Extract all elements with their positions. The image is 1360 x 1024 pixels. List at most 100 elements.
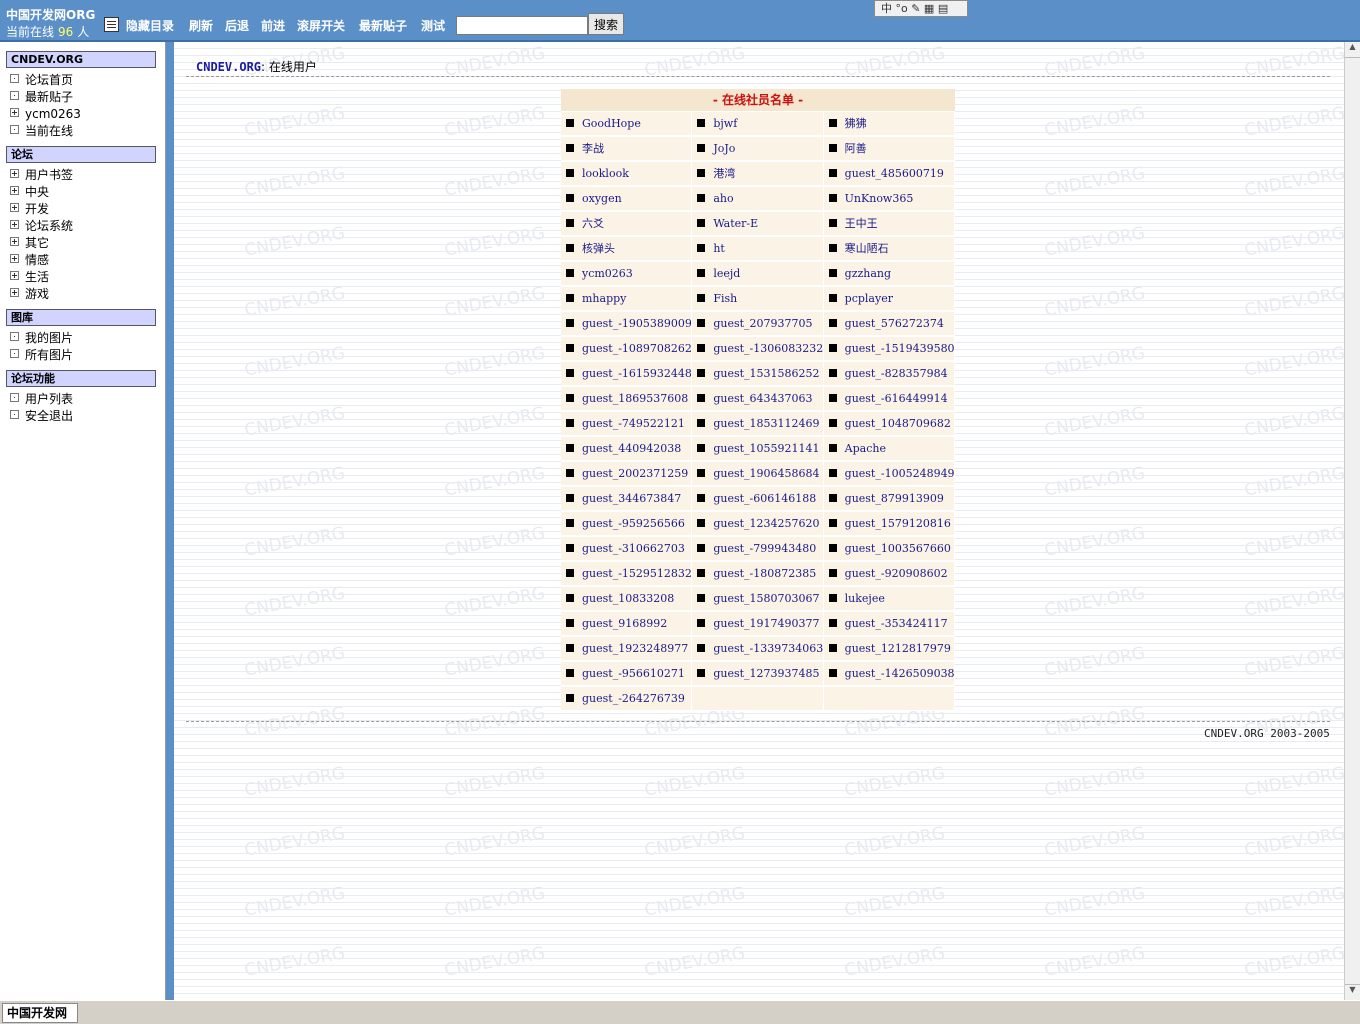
- member-cell[interactable]: guest_1048709682: [823, 412, 954, 435]
- member-name-link[interactable]: guest_1273937485: [713, 662, 819, 685]
- member-name-link[interactable]: guest_-828357984: [845, 362, 948, 385]
- sidebar-item[interactable]: ycm0263: [10, 106, 81, 122]
- member-name-link[interactable]: guest_-1519439580: [845, 337, 954, 360]
- member-name-link[interactable]: guest_485600719: [845, 162, 944, 185]
- member-cell[interactable]: guest_-606146188: [692, 487, 823, 510]
- member-name-link[interactable]: guest_879913909: [845, 487, 944, 510]
- member-cell[interactable]: Fish: [692, 287, 823, 310]
- member-name-link[interactable]: guest_1234257620: [713, 512, 819, 535]
- tree-leaf-icon[interactable]: [10, 332, 19, 341]
- member-name-link[interactable]: UnKnow365: [845, 187, 914, 210]
- member-name-link[interactable]: guest_-310662703: [582, 537, 685, 560]
- member-name-link[interactable]: guest_-1089708262: [582, 337, 691, 360]
- expand-plus-icon[interactable]: [10, 254, 19, 263]
- member-cell[interactable]: lukejee: [823, 587, 954, 610]
- member-cell[interactable]: guest_-1529512832: [561, 562, 692, 585]
- member-name-link[interactable]: guest_-1426509038: [845, 662, 954, 685]
- expand-plus-icon[interactable]: [10, 220, 19, 229]
- member-name-link[interactable]: 寒山陋石: [845, 237, 889, 260]
- ime-toolbar[interactable]: 中 °o ✎ ▦ ▤: [874, 0, 968, 17]
- member-cell[interactable]: pcplayer: [823, 287, 954, 310]
- member-name-link[interactable]: guest_1923248977: [582, 637, 688, 660]
- sidebar-item[interactable]: 用户书签: [10, 167, 73, 183]
- member-cell[interactable]: guest_-353424117: [823, 612, 954, 635]
- member-name-link[interactable]: guest_1869537608: [582, 387, 688, 410]
- expand-plus-icon[interactable]: [10, 271, 19, 280]
- member-cell[interactable]: guest_-1519439580: [823, 337, 954, 360]
- member-cell[interactable]: guest_-180872385: [692, 562, 823, 585]
- member-name-link[interactable]: guest_-1339734063: [713, 637, 822, 660]
- member-name-link[interactable]: Fish: [713, 287, 737, 310]
- member-name-link[interactable]: aho: [713, 187, 733, 210]
- member-cell[interactable]: guest_-264276739: [561, 687, 692, 710]
- member-cell[interactable]: guest_879913909: [823, 487, 954, 510]
- expand-plus-icon[interactable]: [10, 108, 19, 117]
- tree-leaf-icon[interactable]: [10, 125, 19, 134]
- member-cell[interactable]: guest_207937705: [692, 312, 823, 335]
- member-cell[interactable]: guest_1273937485: [692, 662, 823, 685]
- nav-scroll-toggle[interactable]: 滚屏开关: [297, 17, 345, 34]
- expand-plus-icon[interactable]: [10, 203, 19, 212]
- member-name-link[interactable]: guest_-1005248949: [845, 462, 954, 485]
- member-name-link[interactable]: guest_10833208: [582, 587, 674, 610]
- member-cell[interactable]: 寒山陋石: [823, 237, 954, 260]
- nav-test[interactable]: 测试: [421, 17, 445, 34]
- sidebar-item[interactable]: 当前在线: [10, 123, 73, 139]
- member-name-link[interactable]: guest_344673847: [582, 487, 681, 510]
- tree-leaf-icon[interactable]: [10, 410, 19, 419]
- sidebar-item[interactable]: 用户列表: [10, 391, 73, 407]
- member-name-link[interactable]: guest_576272374: [845, 312, 944, 335]
- member-cell[interactable]: guest_-959256566: [561, 512, 692, 535]
- member-cell[interactable]: guest_1923248977: [561, 637, 692, 660]
- member-name-link[interactable]: ycm0263: [582, 262, 633, 285]
- member-cell[interactable]: guest_-616449914: [823, 387, 954, 410]
- member-cell[interactable]: leejd: [692, 262, 823, 285]
- member-cell[interactable]: guest_-749522121: [561, 412, 692, 435]
- vertical-scrollbar[interactable]: ▲ ▼: [1344, 42, 1360, 1000]
- member-name-link[interactable]: 王中王: [845, 212, 878, 235]
- member-name-link[interactable]: guest_-1615932448: [582, 362, 691, 385]
- member-cell[interactable]: guest_1917490377: [692, 612, 823, 635]
- member-cell[interactable]: guest_10833208: [561, 587, 692, 610]
- sidebar-item[interactable]: 开发: [10, 201, 49, 217]
- member-cell[interactable]: guest_1869537608: [561, 387, 692, 410]
- expand-plus-icon[interactable]: [10, 186, 19, 195]
- member-name-link[interactable]: GoodHope: [582, 112, 641, 135]
- member-cell[interactable]: mhappy: [561, 287, 692, 310]
- member-name-link[interactable]: 阿善: [845, 137, 867, 160]
- scroll-down-arrow-icon[interactable]: ▼: [1345, 984, 1360, 1000]
- member-name-link[interactable]: guest_-353424117: [845, 612, 948, 635]
- member-name-link[interactable]: guest_-1306083232: [713, 337, 822, 360]
- member-cell[interactable]: guest_2002371259: [561, 462, 692, 485]
- member-cell[interactable]: ycm0263: [561, 262, 692, 285]
- member-cell[interactable]: 王中王: [823, 212, 954, 235]
- member-name-link[interactable]: guest_1853112469: [713, 412, 819, 435]
- member-name-link[interactable]: guest_1579120816: [845, 512, 951, 535]
- member-cell[interactable]: guest_1906458684: [692, 462, 823, 485]
- member-cell[interactable]: oxygen: [561, 187, 692, 210]
- member-cell[interactable]: JoJo: [692, 137, 823, 160]
- member-name-link[interactable]: guest_-959256566: [582, 512, 685, 535]
- tree-leaf-icon[interactable]: [10, 349, 19, 358]
- member-cell[interactable]: guest_-920908602: [823, 562, 954, 585]
- sidebar-item[interactable]: 我的图片: [10, 330, 73, 346]
- member-name-link[interactable]: guest_1048709682: [845, 412, 951, 435]
- breadcrumb-site[interactable]: CNDEV.ORG: [196, 60, 261, 74]
- sidebar-item[interactable]: 安全退出: [10, 408, 73, 424]
- member-cell[interactable]: guest_576272374: [823, 312, 954, 335]
- member-name-link[interactable]: oxygen: [582, 187, 622, 210]
- expand-plus-icon[interactable]: [10, 288, 19, 297]
- member-cell[interactable]: guest_-956610271: [561, 662, 692, 685]
- member-cell[interactable]: 李战: [561, 137, 692, 160]
- tree-leaf-icon[interactable]: [10, 91, 19, 100]
- member-cell[interactable]: aho: [692, 187, 823, 210]
- sidebar-item[interactable]: 中央: [10, 184, 49, 200]
- sidebar-item[interactable]: 其它: [10, 235, 49, 251]
- sidebar-item[interactable]: 游戏: [10, 286, 49, 302]
- member-cell[interactable]: guest_-1005248949: [823, 462, 954, 485]
- member-name-link[interactable]: guest_-606146188: [713, 487, 816, 510]
- member-cell[interactable]: 阿善: [823, 137, 954, 160]
- member-cell[interactable]: guest_-1306083232: [692, 337, 823, 360]
- member-name-link[interactable]: guest_-180872385: [713, 562, 816, 585]
- member-name-link[interactable]: guest_1212817979: [845, 637, 951, 660]
